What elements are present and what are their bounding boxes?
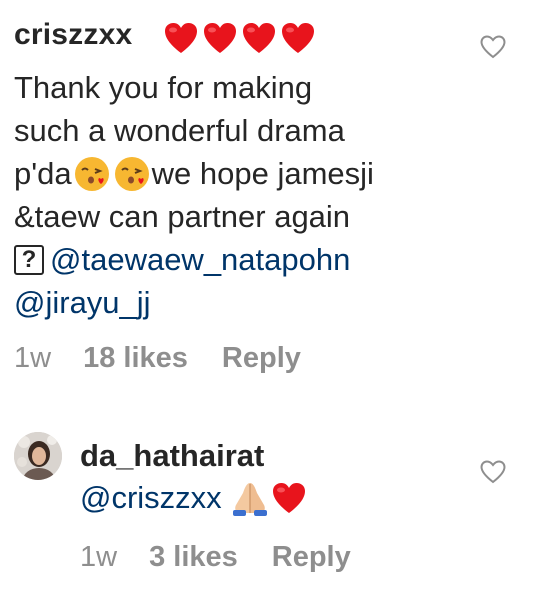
red-heart-emoji-icon — [164, 22, 198, 54]
comment-username[interactable]: criszzxx — [14, 18, 132, 52]
comment-meta: 1w 3 likes Reply — [80, 541, 351, 574]
comment-line: &taew can partner again — [14, 199, 351, 234]
red-heart-emoji-icon — [242, 22, 276, 54]
comment-line: we hope jamesji — [151, 156, 374, 191]
comment-text: @criszzxx — [80, 476, 307, 519]
comment-text: Thank you for making such a wonderful dr… — [14, 66, 374, 324]
comment-meta: 1w 18 likes Reply — [14, 342, 301, 375]
heart-emoji-group — [164, 22, 315, 54]
like-heart-icon[interactable] — [480, 35, 506, 59]
like-heart-icon[interactable] — [480, 460, 506, 484]
red-heart-emoji-icon — [281, 22, 315, 54]
comment-line: Thank you for making — [14, 70, 313, 105]
comment-criszzxx: criszzxx Thank you for making such a won… — [0, 0, 548, 400]
comment-line: p'da — [14, 156, 72, 191]
avatar[interactable] — [14, 432, 62, 480]
mention-link[interactable]: @taewaew_natapohn — [50, 238, 350, 281]
red-heart-emoji-icon — [203, 22, 237, 54]
comment-time: 1w — [14, 342, 52, 374]
mention-link[interactable]: @criszzxx — [80, 476, 222, 519]
reply-button[interactable]: Reply — [272, 541, 351, 574]
folded-hands-emoji-icon — [230, 479, 270, 517]
question-box-icon: ? — [14, 244, 44, 275]
mention-link[interactable]: @jirayu_jj — [14, 281, 151, 324]
comment-username[interactable]: da_hathairat — [80, 438, 264, 474]
red-heart-emoji-icon — [272, 482, 306, 514]
likes-count[interactable]: 3 likes — [149, 541, 238, 574]
comment-time: 1w — [80, 541, 118, 573]
likes-count[interactable]: 18 likes — [83, 342, 188, 375]
comment-line: such a wonderful drama — [14, 113, 345, 148]
kiss-face-emoji-icon — [73, 155, 111, 193]
kiss-face-emoji-icon — [113, 155, 151, 193]
reply-button[interactable]: Reply — [222, 342, 301, 375]
